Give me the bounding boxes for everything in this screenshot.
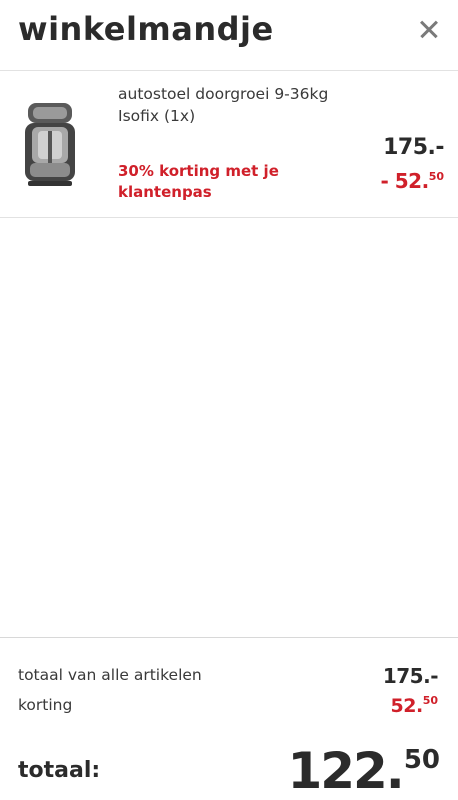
item-discount: - 52.50 (380, 169, 444, 193)
close-icon[interactable] (414, 14, 444, 44)
page-title: winkelmandje (18, 10, 274, 48)
grand-total-main: 122. (287, 742, 404, 800)
item-discount-cents: 50 (428, 170, 444, 183)
grand-total-label: totaal: (18, 758, 101, 783)
grand-total-value: 122.50 (287, 732, 440, 799)
item-discount-main: - 52. (380, 169, 429, 193)
discount-cents: 50 (422, 694, 438, 707)
cart-summary: totaal van alle artikelen 175.- korting … (0, 637, 458, 799)
cart-item: autostoel doorgroei 9-36kg Isofix (1x) 3… (0, 71, 458, 218)
subtotal-label: totaal van alle artikelen (18, 666, 202, 684)
discount-value: 52.50 (391, 694, 438, 717)
promo-text: 30% korting met je klantenpas (118, 162, 279, 201)
product-name[interactable]: autostoel doorgroei 9-36kg Isofix (1x) (118, 83, 338, 127)
discount-label: korting (18, 696, 73, 714)
subtotal-value: 175.- (382, 664, 439, 688)
product-image[interactable] (22, 101, 78, 187)
cart-header: winkelmandje (0, 0, 458, 71)
discount-main: 52. (390, 695, 424, 717)
item-price: 175.- (383, 135, 444, 160)
grand-total-cents: 50 (403, 745, 440, 775)
